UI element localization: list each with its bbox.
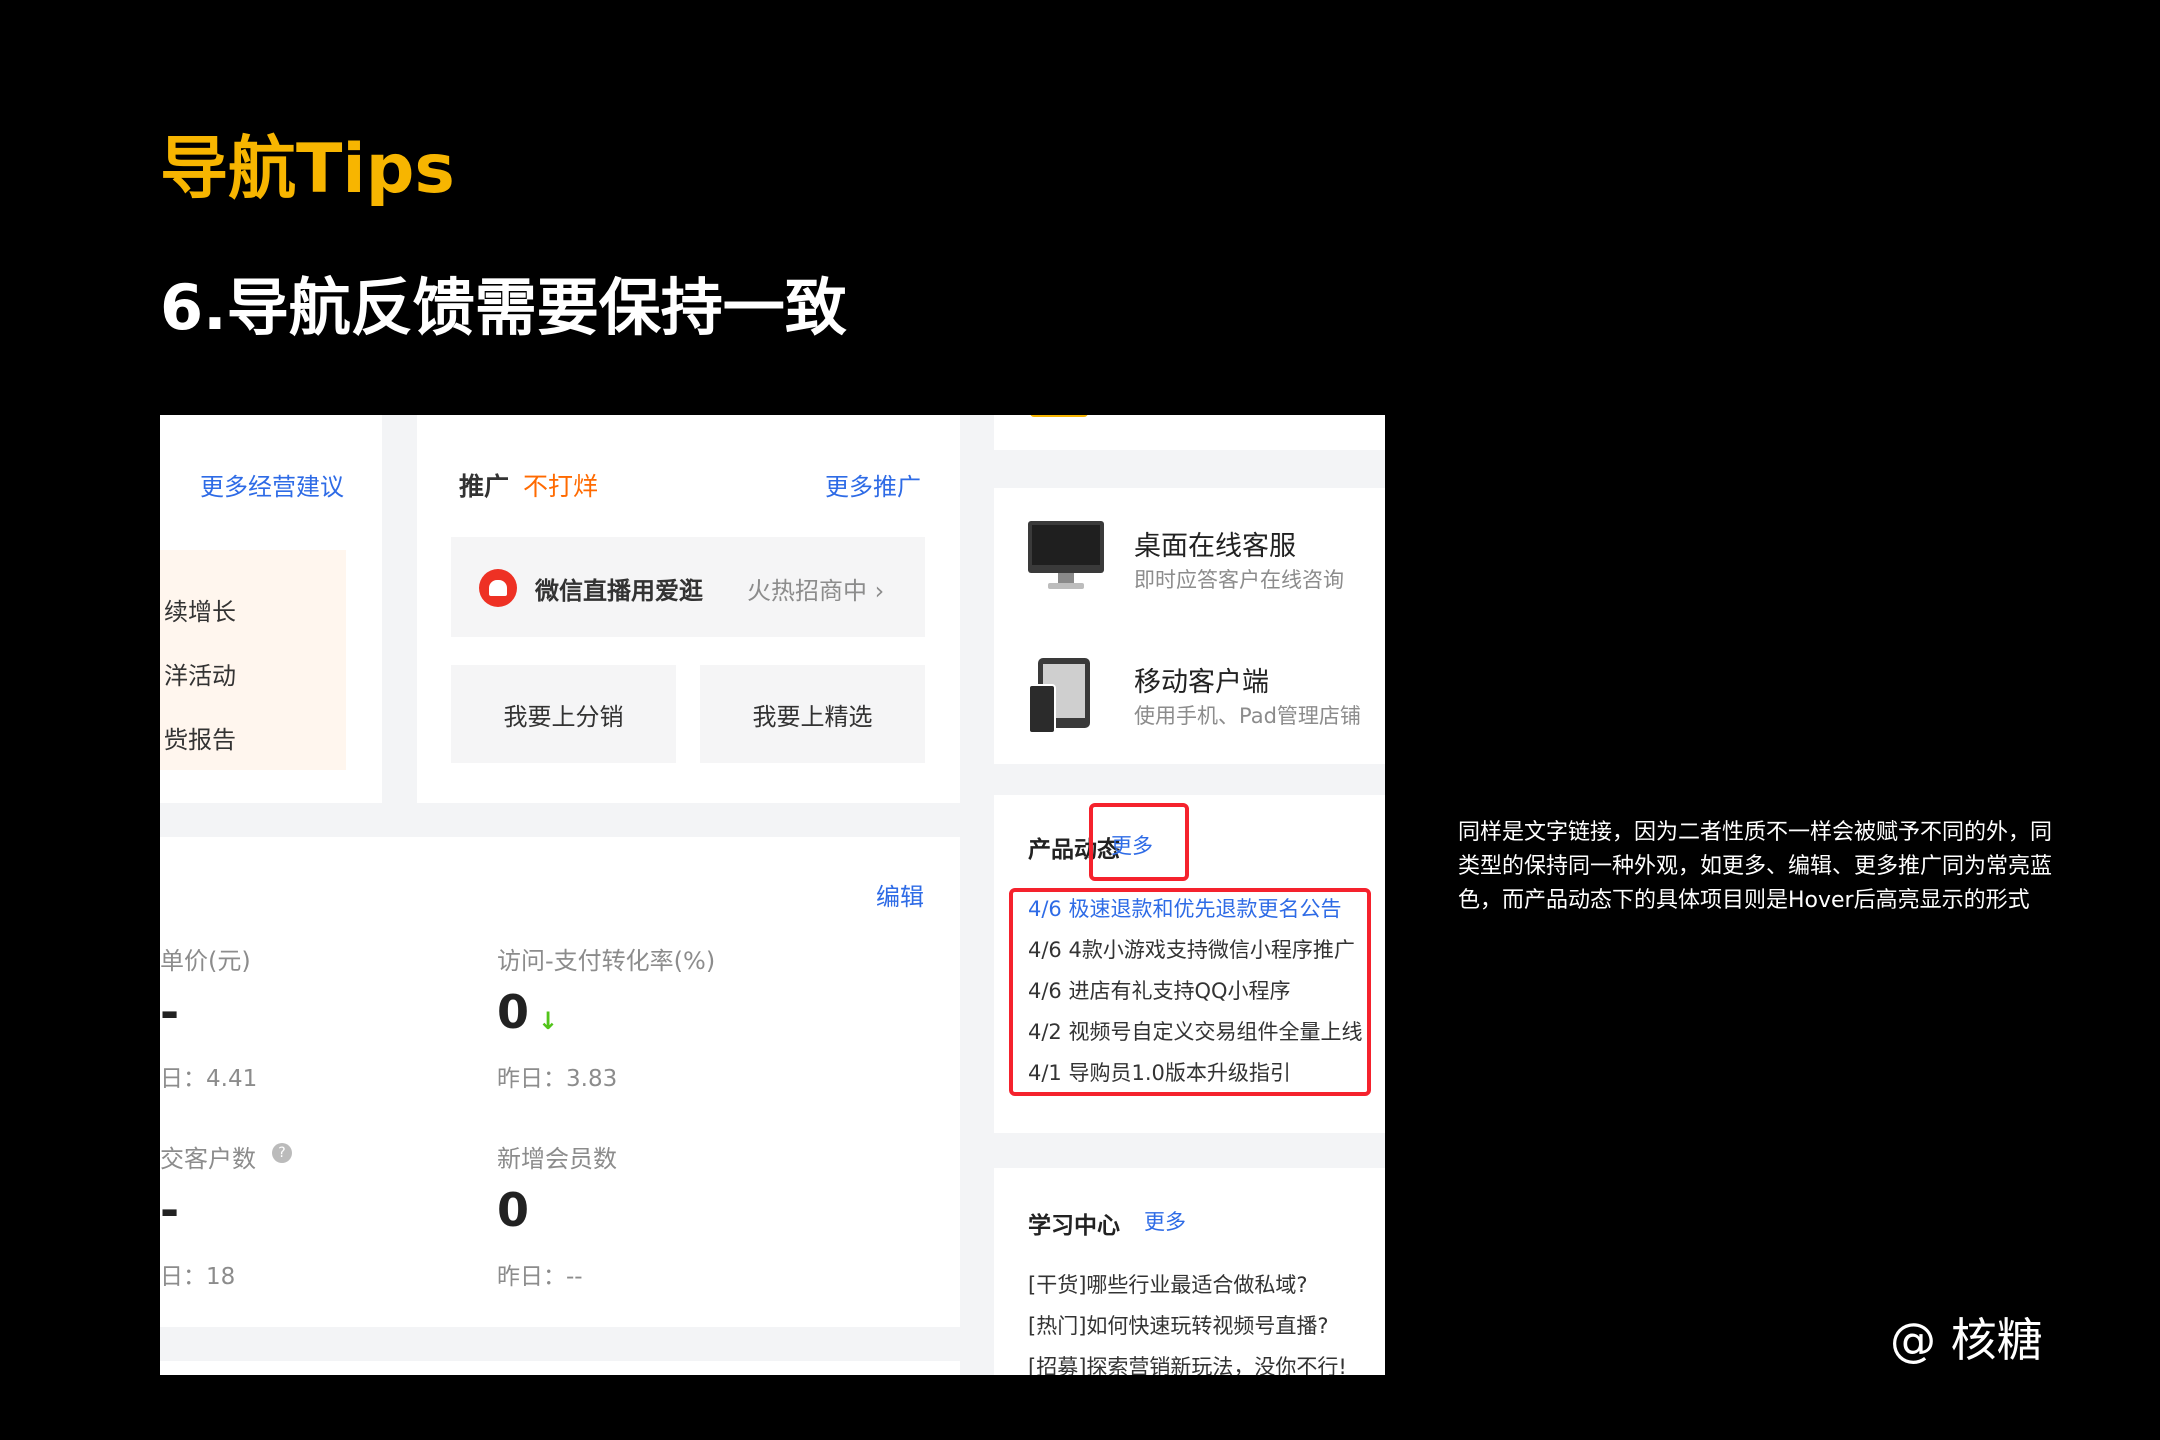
stat-label: 访问-支付转化率(%) — [497, 947, 716, 975]
heart-logo-icon — [479, 569, 517, 607]
learning-item[interactable]: [干货]哪些行业最适合做私域? — [1028, 1269, 1308, 1299]
product-news-card: 产品动态 更多 4/6 极速退款和优先退款更名公告 4/6 4款小游戏支持微信小… — [994, 795, 1385, 1133]
stat-prev: 昨日：3.83 — [497, 1066, 618, 1092]
more-link-highlight — [1089, 803, 1189, 881]
distribution-button[interactable]: 我要上分销 — [451, 665, 676, 763]
advice-item[interactable]: 赀报告 — [164, 720, 236, 755]
promo-card: 推广 不打烊 更多推广 微信直播用爱逛 火热招商中 › 我要上分销 我要上精选 — [417, 415, 960, 803]
banner-status[interactable]: 火热招商中 › — [747, 571, 884, 606]
stat-label: 交客户数 — [160, 1145, 256, 1173]
selection-button[interactable]: 我要上精选 — [700, 665, 925, 763]
edit-link[interactable]: 编辑 — [876, 877, 924, 912]
banner-label: 微信直播用爱逛 — [535, 577, 703, 605]
stat-value: 0 — [497, 985, 530, 1039]
stats-card: 编辑 单价(元) - 日：4.41 访问-支付转化率(%) 0 ↓ 昨日：3.8… — [160, 837, 960, 1327]
desktop-monitor-icon — [1028, 521, 1104, 591]
help-icon[interactable]: ? — [272, 1143, 292, 1163]
learning-item[interactable]: [招募]探索营销新玩法，没你不行! — [1028, 1351, 1347, 1375]
more-promo-link[interactable]: 更多推广 — [825, 467, 921, 502]
slide-title: 6.导航反馈需要保持一致 — [160, 271, 847, 344]
stat-value: - — [160, 1183, 180, 1237]
promo-title-accent: 不打烊 — [523, 472, 599, 501]
stat-label: 单价(元) — [160, 947, 251, 975]
advice-item[interactable]: 续增长 — [164, 592, 236, 627]
stat-value: - — [160, 985, 180, 1039]
advice-item[interactable]: 洋活动 — [164, 656, 236, 691]
stat-label: 新增会员数 — [497, 1145, 617, 1173]
advice-list: 续增长 洋活动 赀报告 — [160, 550, 346, 770]
live-banner[interactable]: 微信直播用爱逛 火热招商中 › — [451, 537, 925, 637]
learning-title: 学习中心 — [1028, 1213, 1120, 1239]
slide-description: 同样是文字链接，因为二者性质不一样会被赋予不同的外，同类型的保持同一种外观，如更… — [1458, 820, 2053, 913]
stat-prev: 日：4.41 — [160, 1066, 258, 1092]
next-card — [160, 1361, 960, 1375]
advice-card: 更多经营建议 续增长 洋活动 赀报告 — [160, 415, 382, 803]
learning-item[interactable]: [热门]如何快速玩转视频号直播? — [1028, 1310, 1329, 1340]
service-card: 桌面在线客服 即时应答客户在线咨询 移动客户端 使用手机、Pad管理店铺 — [994, 488, 1385, 764]
down-arrow-icon: ↓ — [538, 1007, 559, 1035]
service-subtitle: 即时应答客户在线咨询 — [1134, 568, 1344, 592]
news-list-highlight — [1009, 888, 1371, 1096]
stat-prev: 昨日：-- — [497, 1264, 583, 1290]
learning-more-link[interactable]: 更多 — [1144, 1206, 1186, 1236]
author-credit: @ 核糖 — [1890, 1313, 2043, 1367]
stat-prev: 日：18 — [160, 1264, 236, 1290]
stat-value: 0 — [497, 1183, 530, 1237]
more-advice-link[interactable]: 更多经营建议 — [200, 467, 344, 502]
service-title[interactable]: 桌面在线客服 — [1134, 524, 1296, 563]
mobile-device-icon — [1028, 658, 1092, 734]
slide-tag: 导航Tips — [160, 130, 455, 209]
service-title[interactable]: 移动客户端 — [1134, 660, 1269, 699]
learning-center-card: 学习中心 更多 [干货]哪些行业最适合做私域? [热门]如何快速玩转视频号直播?… — [994, 1168, 1385, 1375]
dashboard-screenshot: 更多经营建议 续增长 洋活动 赀报告 推广 不打烊 更多推广 微信直播用爱逛 火… — [160, 415, 1385, 1375]
promo-title: 推广 — [459, 472, 510, 501]
top-remnant-card — [994, 415, 1385, 450]
service-subtitle: 使用手机、Pad管理店铺 — [1134, 704, 1361, 728]
